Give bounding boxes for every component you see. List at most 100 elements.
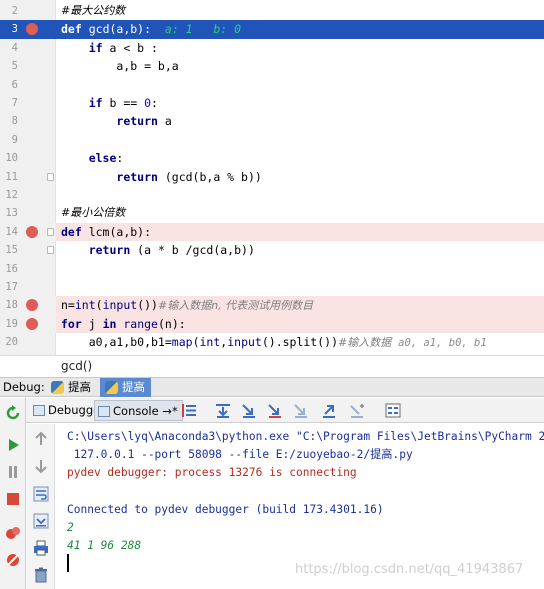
step-into-my-code-icon[interactable] — [266, 402, 284, 419]
line-number: 5 — [11, 60, 18, 73]
fold-marker-icon[interactable] — [47, 227, 54, 236]
code-editor[interactable]: 2 #最大公约数 3 def gcd(a,b): a: 1 b: 0 4 if … — [0, 0, 544, 355]
debug-session-tab-active[interactable]: 提高 — [100, 378, 151, 397]
step-over-icon[interactable] — [214, 402, 232, 419]
inline-debug-values: a: 1 b: 0 — [164, 22, 242, 37]
fold-marker-icon[interactable] — [47, 172, 54, 181]
fold-marker-icon[interactable] — [47, 246, 54, 255]
breadcrumb[interactable]: gcd() — [0, 355, 544, 377]
code-text: if b == 0: — [88, 96, 158, 110]
line-number: 3 — [11, 23, 18, 36]
view-breakpoints-icon[interactable] — [4, 524, 22, 542]
resume-icon[interactable] — [4, 436, 22, 454]
line-number: 17 — [5, 281, 18, 293]
code-text: if a < b : — [88, 40, 158, 55]
code-line[interactable]: 2 #最大公约数 — [0, 2, 544, 20]
step-out-icon[interactable] — [320, 402, 338, 419]
step-into-icon[interactable] — [240, 402, 258, 419]
line-number: 11 — [5, 170, 18, 183]
current-execution-line[interactable]: 3 def gcd(a,b): a: 1 b: 0 — [0, 20, 544, 39]
line-number: 9 — [11, 133, 18, 146]
line-number: 15 — [5, 244, 18, 257]
line-number: 2 — [11, 5, 18, 17]
breakpoint-icon[interactable] — [26, 317, 38, 330]
code-text: return (a * b /gcd(a,b)) — [88, 243, 255, 258]
console-line: 2 — [67, 521, 74, 534]
code-line[interactable]: 10 else: — [0, 149, 544, 167]
stop-icon[interactable] — [4, 490, 22, 508]
code-line[interactable]: 15 return (a * b /gcd(a,b)) — [0, 241, 544, 259]
code-line[interactable]: 16 — [0, 260, 544, 278]
code-line[interactable]: 5 a,b = b,a — [0, 57, 544, 75]
code-line[interactable]: 17 — [0, 278, 544, 296]
pause-icon[interactable] — [4, 463, 22, 481]
code-text: for j in range(n): — [61, 316, 186, 331]
breakpoint-line[interactable]: 19 for j in range(n): — [0, 314, 544, 334]
console-line: Connected to pydev debugger (build 173.4… — [67, 503, 384, 516]
console-line: C:\Users\lyq\Anaconda3\python.exe "C:\Pr… — [67, 430, 544, 443]
code-text: a,b = b,a — [61, 59, 179, 74]
breakpoint-line[interactable]: 18 n=int(input())#输入数据n, 代表测试用例数目 — [0, 296, 544, 315]
force-step-into-icon[interactable] — [292, 402, 310, 419]
show-execution-point-icon[interactable] — [180, 402, 198, 419]
clear-all-icon[interactable] — [32, 566, 50, 584]
run-to-cursor-icon[interactable] — [348, 402, 366, 419]
code-text: return (gcd(b,a % b)) — [116, 169, 262, 184]
scroll-down-icon[interactable] — [32, 457, 50, 475]
code-line[interactable]: 7 if b == 0: — [0, 94, 544, 112]
debug-label: Debug: — [3, 380, 45, 394]
line-number: 4 — [11, 41, 18, 54]
code-text: #最大公约数 — [61, 4, 126, 17]
rerun-icon[interactable] — [4, 404, 22, 422]
console-side-toolbar — [27, 424, 55, 589]
code-line[interactable]: 8 return a — [0, 112, 544, 130]
code-line[interactable]: 13 #最小公倍数 — [0, 204, 544, 222]
debug-session-tab[interactable]: 提高 — [46, 378, 97, 397]
line-number: 20 — [5, 336, 18, 349]
scroll-to-end-icon[interactable] — [32, 512, 50, 530]
evaluate-expression-icon[interactable] — [384, 402, 402, 419]
tab-console-label: Console →* — [113, 404, 178, 418]
soft-wrap-icon[interactable] — [32, 485, 50, 503]
code-line[interactable]: 20 a0,a1,b0,b1=map(int,input().split())#… — [0, 333, 544, 351]
debugger-toolbar: Debugger Console →* — [0, 398, 544, 423]
line-number: 12 — [5, 189, 18, 201]
code-line[interactable]: 11 return (gcd(b,a % b)) — [0, 168, 544, 186]
line-number: 13 — [5, 207, 18, 220]
code-text: def lcm(a,b): — [61, 224, 152, 239]
code-text: #最小公倍数 — [61, 206, 126, 220]
watermark: https://blog.csdn.net/qq_41943867 — [295, 562, 524, 577]
inline-debug-values: a0, a1, b0, b1 — [398, 337, 487, 350]
breakpoint-line[interactable]: 14 def lcm(a,b): — [0, 222, 544, 242]
console-line: 127.0.0.1 --port 58098 --file E:/zuoyeba… — [67, 448, 413, 461]
line-number: 16 — [5, 262, 18, 275]
line-number: 19 — [5, 317, 18, 330]
line-number: 18 — [5, 299, 18, 312]
code-text: n=int(input())#输入数据n, 代表测试用例数目 — [61, 298, 314, 313]
debug-side-toolbar — [0, 398, 26, 589]
console-input-caret[interactable] — [67, 554, 69, 572]
breakpoint-icon[interactable] — [26, 225, 38, 238]
console-tab-icon — [98, 406, 110, 417]
python-icon — [105, 381, 118, 394]
breadcrumb-function[interactable]: gcd() — [61, 359, 92, 373]
debug-session-tab-label: 提高 — [68, 380, 91, 394]
code-line[interactable]: 6 — [0, 76, 544, 94]
line-number: 7 — [11, 97, 18, 109]
code-text: def gcd(a,b): a: 1 b: 0 — [61, 22, 242, 37]
line-number: 8 — [11, 115, 18, 128]
debug-session-tab-label: 提高 — [122, 380, 145, 394]
scroll-up-icon[interactable] — [32, 430, 50, 448]
tab-console[interactable]: Console →* — [94, 400, 183, 421]
mute-breakpoints-icon[interactable] — [4, 551, 22, 569]
print-icon[interactable] — [32, 539, 50, 557]
debugger-tab-icon — [33, 405, 45, 416]
code-line[interactable]: 12 — [0, 186, 544, 204]
code-text: a0,a1,b0,b1=map(int,input().split())#输入数… — [61, 335, 487, 350]
debug-tab-bar: Debug: 提高 提高 — [0, 377, 544, 397]
code-line[interactable]: 9 — [0, 131, 544, 149]
python-icon — [51, 381, 64, 394]
code-text: else: — [88, 151, 124, 166]
code-line[interactable]: 4 if a < b : — [0, 39, 544, 57]
line-number: 10 — [5, 152, 18, 165]
